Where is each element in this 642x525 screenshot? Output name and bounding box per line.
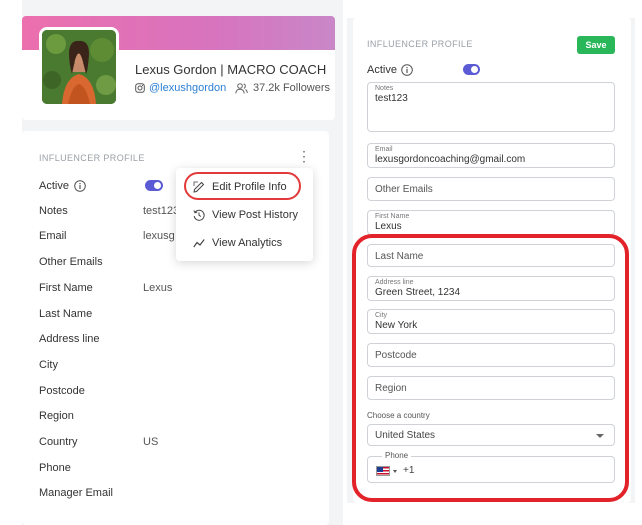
active-toggle[interactable]	[145, 180, 163, 191]
notes-value: test123	[375, 93, 408, 104]
left-panel: Lexus Gordon | MACRO COACH @lexushgordon…	[0, 0, 343, 525]
more-options-icon[interactable]: ⋮	[297, 149, 311, 163]
avatar	[39, 27, 119, 107]
other-emails-field[interactable]: Other Emails	[367, 177, 615, 201]
save-button[interactable]: Save	[577, 36, 615, 54]
first-name-value: Lexus	[375, 221, 402, 232]
row-label-manager-email: Manager Email	[39, 487, 113, 499]
row-label-postcode: Postcode	[39, 385, 85, 397]
menu-item-label: View Post History	[212, 209, 298, 221]
notes-label: Notes	[375, 85, 394, 92]
new-fields-highlight	[352, 234, 629, 502]
other-emails-placeholder: Other Emails	[375, 184, 433, 195]
instagram-icon	[135, 83, 145, 93]
row-value-email: lexusg	[143, 230, 175, 242]
active-toggle[interactable]	[463, 64, 480, 75]
notes-field[interactable]: Notes test123	[367, 82, 615, 132]
row-active: Active	[39, 180, 86, 192]
row-label-email: Email	[39, 230, 67, 242]
row-label: Active	[39, 180, 69, 192]
row-label-region: Region	[39, 410, 74, 422]
row-label-city: City	[39, 359, 58, 371]
email-field[interactable]: Email lexusgordoncoaching@gmail.com	[367, 143, 615, 168]
row-label-notes: Notes	[39, 205, 68, 217]
email-label: Email	[375, 146, 393, 153]
instagram-handle[interactable]: @lexushgordon	[149, 82, 226, 94]
info-icon	[401, 64, 413, 76]
analytics-icon	[193, 239, 205, 248]
info-icon	[74, 180, 86, 192]
menu-item-label: View Analytics	[212, 237, 283, 249]
instagram-handle-link[interactable]: @lexushgordon	[135, 82, 226, 94]
row-label-address: Address line	[39, 333, 100, 345]
profile-header-card: Lexus Gordon | MACRO COACH @lexushgordon…	[22, 16, 335, 120]
first-name-field[interactable]: First Name Lexus	[367, 210, 615, 235]
edit-profile-highlight	[184, 172, 301, 200]
row-label-other-emails: Other Emails	[39, 256, 103, 268]
first-name-label: First Name	[375, 213, 410, 220]
profile-name: Lexus Gordon | MACRO COACH	[135, 62, 327, 77]
history-icon	[193, 209, 205, 221]
row-value-first-name: Lexus	[143, 282, 173, 294]
row-label-last-name: Last Name	[39, 308, 93, 320]
followers-count: 37.2k Followers	[235, 82, 330, 94]
email-value: lexusgordoncoaching@gmail.com	[375, 154, 526, 165]
row-label-first-name: First Name	[39, 282, 93, 294]
menu-item-post-history[interactable]: View Post History	[193, 209, 298, 221]
active-label: Active	[367, 64, 397, 76]
users-icon	[235, 82, 248, 94]
row-label-country: Country	[39, 436, 78, 448]
page-margin	[0, 0, 22, 525]
section-title: INFLUENCER PROFILE	[367, 39, 473, 49]
row-value-notes: test123	[143, 205, 177, 217]
menu-item-analytics[interactable]: View Analytics	[193, 237, 282, 249]
followers-text: 37.2k Followers	[253, 82, 331, 94]
section-title: INFLUENCER PROFILE	[39, 153, 145, 163]
row-value-country: US	[143, 436, 159, 448]
row-label-phone: Phone	[39, 462, 71, 474]
active-field: Active	[367, 64, 413, 76]
